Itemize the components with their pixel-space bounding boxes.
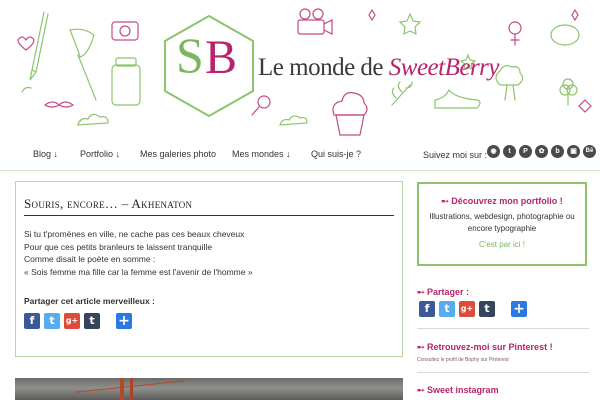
site-title[interactable]: Le monde de SweetBerry bbox=[258, 54, 500, 82]
portfolio-title: ➸ Découvrez mon portfolio ! bbox=[441, 196, 563, 206]
googleplus-icon[interactable]: g+ bbox=[459, 301, 475, 317]
instagram-icon[interactable]: ▣ bbox=[567, 145, 580, 158]
rss-icon[interactable]: ◉ bbox=[487, 145, 500, 158]
article-body: Si tu t'promènes en ville, ne cache pas … bbox=[24, 228, 253, 278]
pinterest-profile-link[interactable]: Consultez le profil de Bophy sur Pintere… bbox=[417, 357, 509, 363]
article-title[interactable]: Souris, encore… – Akhenaton bbox=[24, 196, 394, 216]
site-title-accent: SweetBerry bbox=[388, 54, 500, 81]
tumblr-icon[interactable]: t bbox=[479, 301, 495, 317]
share-article-label: Partager cet article merveilleux : bbox=[24, 296, 155, 306]
nav-item-mondes[interactable]: Mes mondes ↓ bbox=[232, 149, 291, 159]
facebook-icon[interactable]: f bbox=[419, 301, 435, 317]
site-title-prefix: Le monde de bbox=[258, 54, 389, 81]
portfolio-description: Illustrations, webdesign, photographie o… bbox=[429, 212, 575, 233]
sidebar-share-heading: ➸ Partager : bbox=[417, 287, 470, 297]
flickr-icon[interactable]: ✿ bbox=[535, 145, 548, 158]
share-more-icon[interactable]: + bbox=[116, 313, 132, 329]
article-line: Comme disait le poète en somme : bbox=[24, 254, 156, 264]
article-card: Souris, encore… – Akhenaton Si tu t'prom… bbox=[15, 181, 403, 357]
article-line: « Sois femme ma fille car la femme est l… bbox=[24, 266, 253, 277]
behance-icon[interactable]: Bē bbox=[583, 145, 596, 158]
googleplus-icon[interactable]: g+ bbox=[64, 313, 80, 329]
logo-letter-s: S bbox=[176, 27, 204, 83]
blog-icon[interactable]: b bbox=[551, 145, 564, 158]
bridge-tower bbox=[120, 378, 124, 400]
tumblr-icon[interactable]: t bbox=[84, 313, 100, 329]
nav-item-blog[interactable]: Blog ↓ bbox=[33, 149, 58, 159]
article-photo[interactable] bbox=[15, 378, 403, 400]
nav-item-qui-suis-je[interactable]: Qui suis-je ? bbox=[311, 149, 361, 159]
share-more-icon[interactable]: + bbox=[511, 301, 527, 317]
sidebar-pinterest-heading: ➸ Retrouvez-moi sur Pinterest ! bbox=[417, 342, 553, 352]
article-line: Pour que ces petits branleurs te laissen… bbox=[24, 241, 213, 252]
bridge-tower bbox=[130, 378, 133, 400]
sidebar-divider bbox=[417, 372, 589, 373]
nav-item-galeries[interactable]: Mes galeries photo bbox=[140, 149, 216, 159]
facebook-icon[interactable]: f bbox=[24, 313, 40, 329]
main-navigation: Blog ↓ Portfolio ↓ Mes galeries photo Me… bbox=[0, 141, 600, 171]
nav-item-portfolio[interactable]: Portfolio ↓ bbox=[80, 149, 120, 159]
sidebar-divider bbox=[417, 328, 589, 329]
site-header: S B Le monde de SweetBerry bbox=[0, 0, 600, 138]
portfolio-link[interactable]: C'est par ici ! bbox=[419, 240, 585, 249]
article-line: Si tu t'promènes en ville, ne cache pas … bbox=[24, 229, 245, 239]
follow-label: Suivez moi sur : bbox=[423, 150, 488, 160]
twitter-icon[interactable]: t bbox=[439, 301, 455, 317]
twitter-icon[interactable]: t bbox=[44, 313, 60, 329]
pinterest-icon[interactable]: P bbox=[519, 145, 532, 158]
tumblr-icon[interactable]: t bbox=[503, 145, 516, 158]
portfolio-promo-box[interactable]: ➸ Découvrez mon portfolio ! Illustration… bbox=[417, 182, 587, 266]
logo-letter-b: B bbox=[205, 31, 238, 84]
sidebar-instagram-heading: ➸ Sweet instagram bbox=[417, 385, 499, 395]
